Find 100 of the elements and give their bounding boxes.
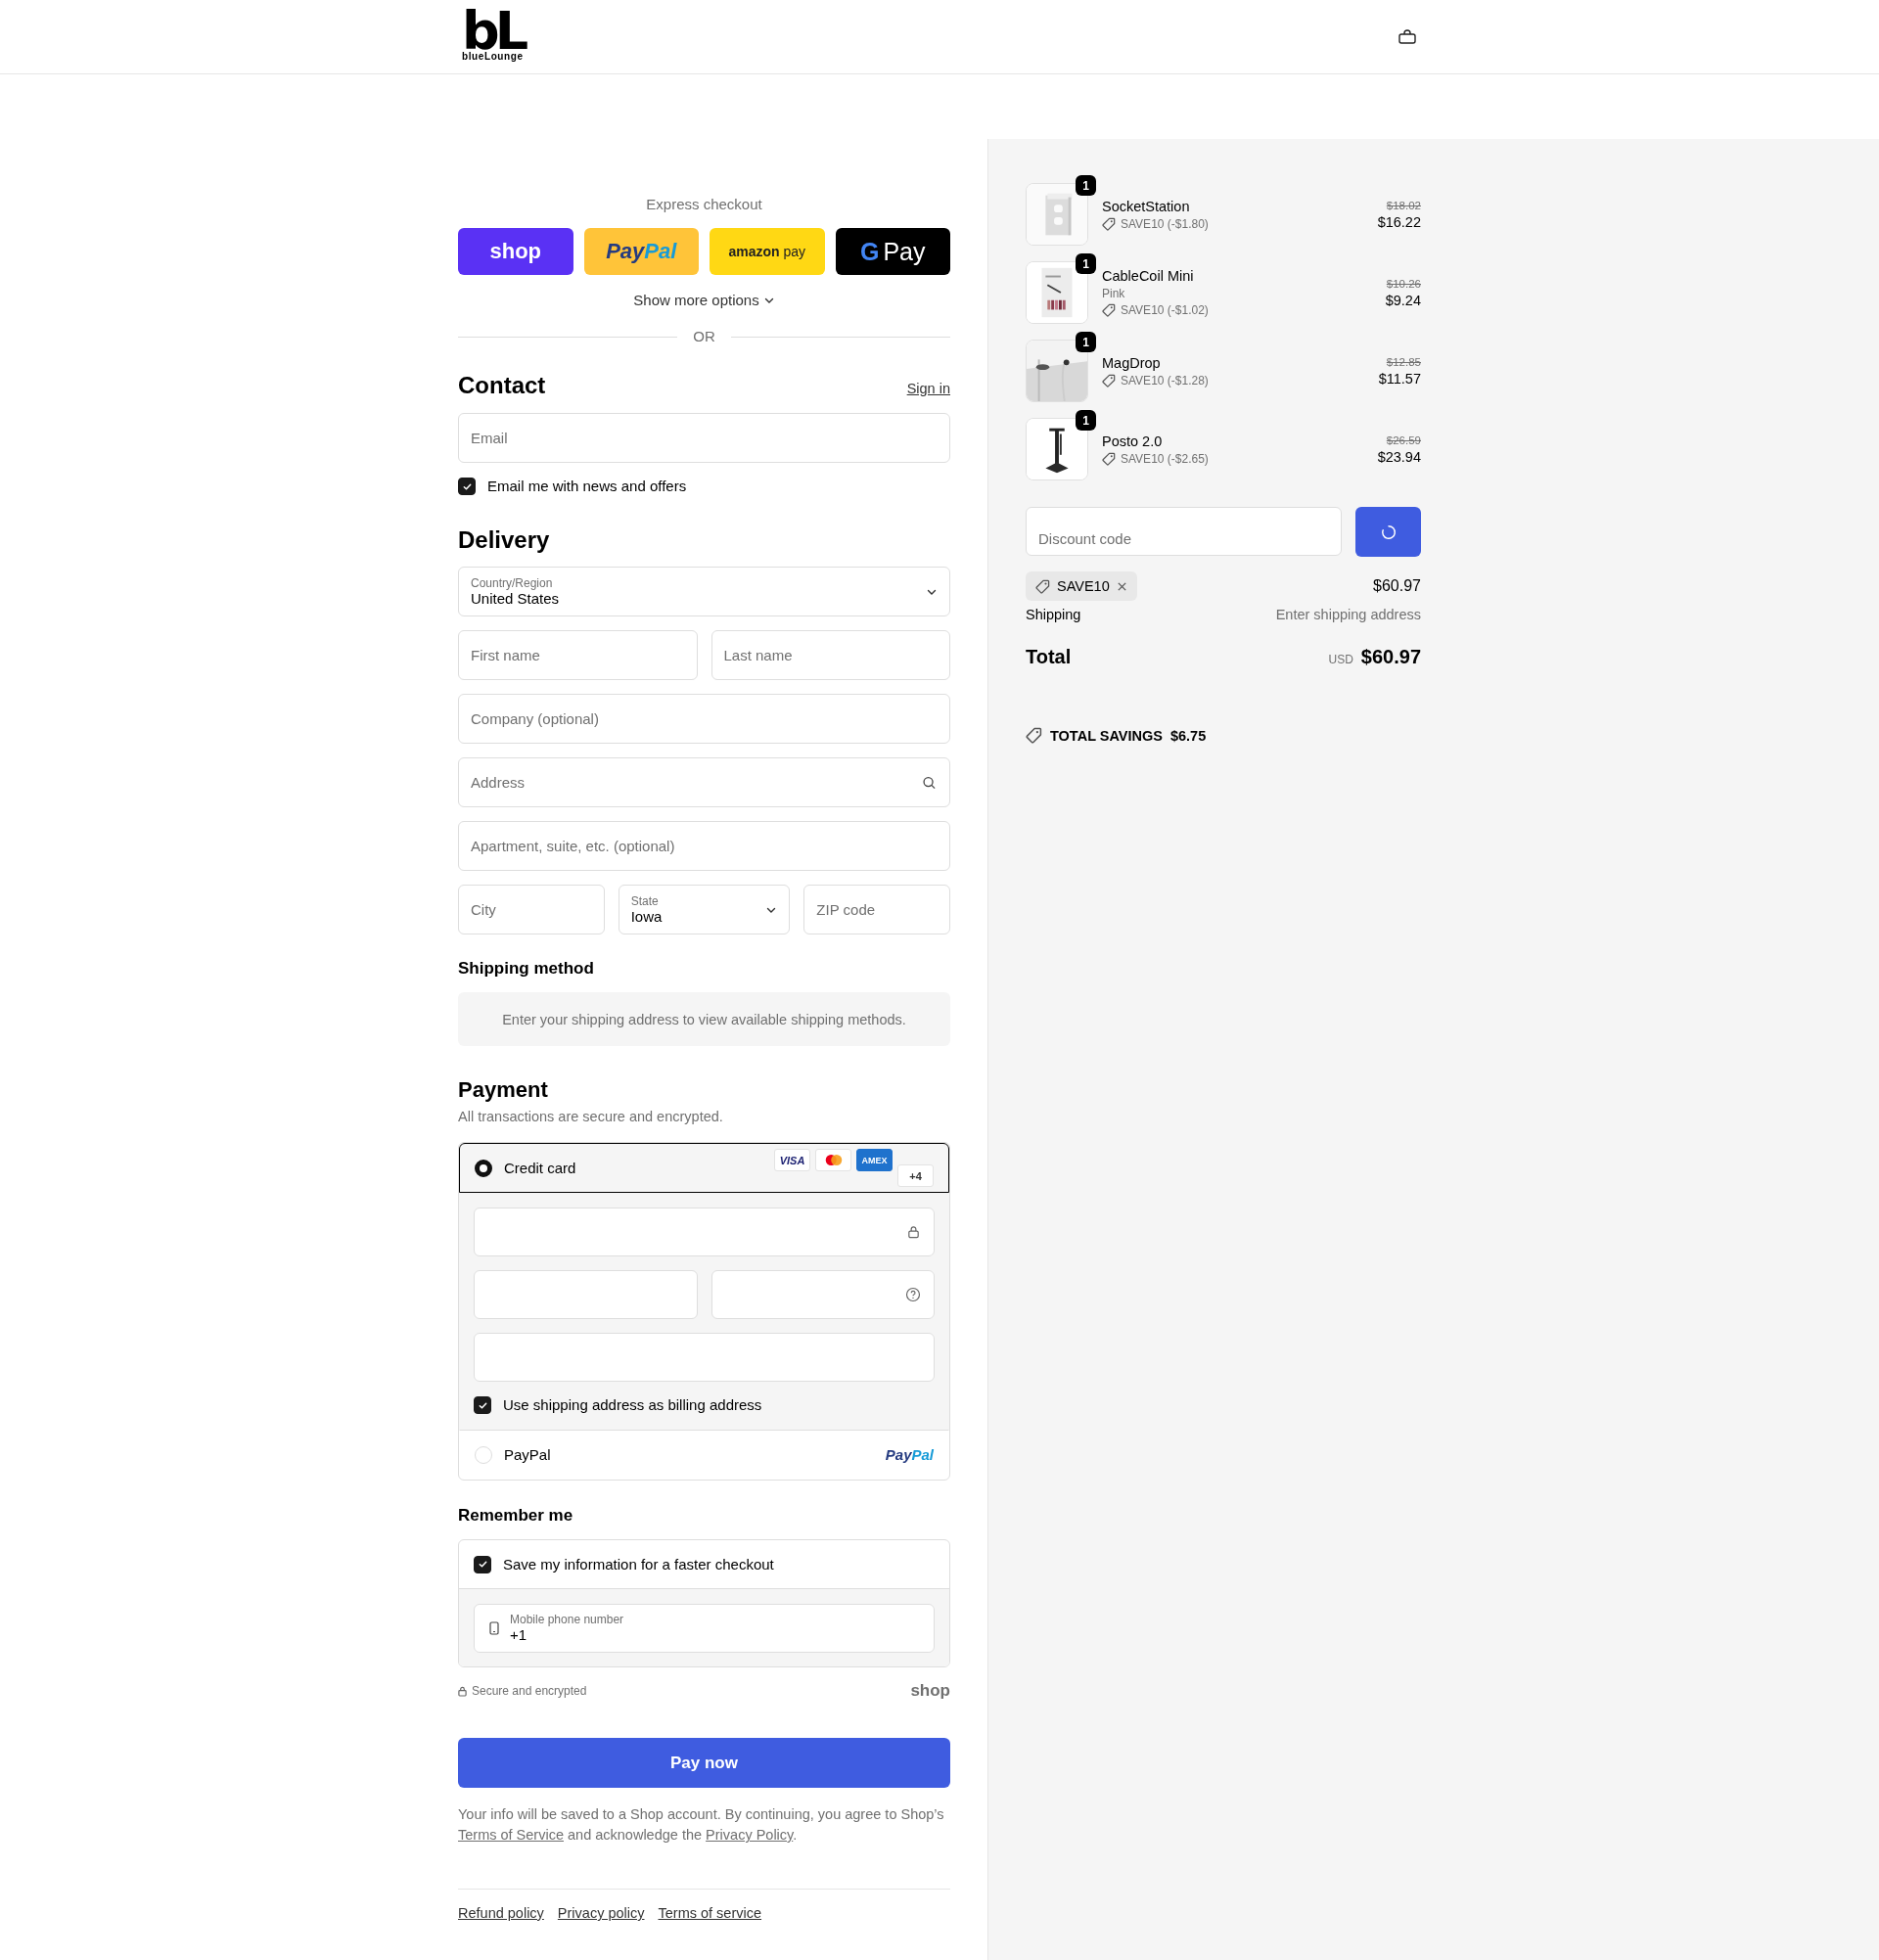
shop-pay-button[interactable]: shop <box>458 228 573 275</box>
checkbox[interactable] <box>474 1396 491 1414</box>
discount-label: SAVE10 (-$1.02) <box>1121 303 1209 317</box>
amazon-pay-button[interactable]: amazon pay <box>710 228 825 275</box>
price: $11.57 <box>1378 370 1421 387</box>
paypal-button[interactable]: PayPal <box>583 228 699 275</box>
phone-field[interactable]: Mobile phone number +1 <box>474 1604 935 1653</box>
product-name: CableCoil Mini <box>1102 268 1195 284</box>
section-heading: Contact <box>458 372 546 399</box>
input-field[interactable]: Email <box>458 413 950 463</box>
legal-link[interactable]: Terms of Service <box>458 1827 564 1843</box>
input-field[interactable] <box>474 1270 698 1319</box>
checkbox-label: Save my information for a faster checkout <box>503 1556 774 1573</box>
tag-icon <box>1026 727 1042 744</box>
footer-link[interactable]: Terms of service <box>658 1905 762 1921</box>
checkmark-icon <box>461 480 473 492</box>
close-icon[interactable] <box>1116 580 1127 592</box>
savings-label: TOTAL SAVINGS <box>1050 727 1163 744</box>
price: $16.22 <box>1377 213 1421 230</box>
checkbox[interactable] <box>458 478 476 495</box>
shopping-bag-icon[interactable] <box>1398 28 1417 45</box>
savings-value: $6.75 <box>1169 727 1207 744</box>
tag-icon <box>1102 451 1116 466</box>
quantity-badge: 1 <box>1076 332 1096 352</box>
input-field[interactable] <box>474 1333 935 1382</box>
show-more-button[interactable]: Show more options <box>633 291 775 310</box>
section-subtitle: All transactions are secure and encrypted. <box>458 1108 724 1126</box>
legal-text: Your info will be saved to a Shop account. By continuing, you agree to Shop’s Terms of Service and acknowledge the Privacy Policy. <box>458 1805 945 1845</box>
discount-label: SAVE10 (-$2.65) <box>1121 451 1209 466</box>
input-field[interactable]: City <box>458 885 605 934</box>
total-label: Total <box>1026 646 1072 668</box>
shipping-label: Shipping <box>1026 607 1081 622</box>
checkbox-label: Use shipping address as billing address <box>503 1395 762 1415</box>
shipping-value: Enter shipping address <box>1275 607 1421 622</box>
paypal-logo: PayPal <box>885 1446 934 1463</box>
quantity-badge: 1 <box>1076 253 1096 274</box>
shop-logo: shop <box>910 1681 950 1701</box>
input-field[interactable]: Company (optional) <box>458 694 950 744</box>
footer-link[interactable]: Privacy policy <box>557 1905 645 1921</box>
section-heading: Remember me <box>458 1506 574 1526</box>
tag-icon <box>1035 578 1050 594</box>
lock-icon <box>906 1224 921 1240</box>
input-field[interactable]: Apartment, suite, etc. (optional) <box>458 821 950 871</box>
input-field[interactable]: First name <box>458 630 698 680</box>
product-name: MagDrop <box>1102 354 1162 371</box>
section-heading: Shipping method <box>458 959 595 979</box>
input-field[interactable] <box>710 1270 935 1319</box>
input-field[interactable]: ZIP code <box>803 885 950 934</box>
select-field[interactable]: Country/Region United States <box>458 567 950 616</box>
total-value: $60.97 <box>1360 646 1421 668</box>
card-brand-icon <box>815 1149 851 1171</box>
google-pay-button[interactable]: G Pay <box>835 228 950 275</box>
discount-field[interactable]: Discount code <box>1026 507 1342 556</box>
subtotal-value: $60.97 <box>1373 577 1421 595</box>
checkmark-icon <box>477 1399 488 1411</box>
help-icon[interactable] <box>905 1287 921 1302</box>
original-price: $10.26 <box>1386 277 1421 290</box>
sign-in-link[interactable]: Sign in <box>906 381 950 396</box>
payment-method-label: Credit card <box>504 1160 576 1176</box>
discount-label: SAVE10 (-$1.28) <box>1121 373 1209 387</box>
original-price: $18.02 <box>1386 199 1421 211</box>
product-name: SocketStation <box>1102 198 1191 214</box>
payment-method-label: PayPal <box>504 1446 551 1463</box>
search-icon <box>922 775 937 790</box>
product-variant: Pink <box>1102 287 1126 300</box>
divider-label: OR <box>693 327 715 346</box>
tag-icon <box>1102 373 1116 387</box>
input-field[interactable] <box>474 1208 935 1256</box>
lock-icon <box>458 1685 467 1697</box>
section-heading: Delivery <box>458 526 551 554</box>
logo-wordmark[interactable]: blueLounge <box>462 51 524 62</box>
input-field[interactable]: Address <box>458 757 950 807</box>
select-field[interactable]: State Iowa <box>618 885 791 934</box>
checkbox-label: Email me with news and offers <box>487 477 687 496</box>
discount-chip[interactable]: SAVE10 <box>1026 571 1137 601</box>
card-brand-badge: VISA <box>774 1149 810 1171</box>
apply-button[interactable] <box>1355 507 1421 557</box>
checkmark-icon <box>477 1559 488 1570</box>
original-price: $12.85 <box>1386 355 1421 368</box>
original-price: $26.59 <box>1386 433 1421 446</box>
currency-label: USD <box>1328 653 1353 666</box>
radio-button[interactable] <box>475 1159 492 1177</box>
secure-note: Secure and encrypted <box>472 1684 587 1698</box>
input-field[interactable]: Last name <box>710 630 950 680</box>
shipping-notice: Enter your shipping address to view available shipping methods. <box>458 992 950 1046</box>
card-brand-badge: AMEX <box>856 1149 893 1171</box>
card-brand-badge: +4 <box>897 1164 934 1187</box>
phone-icon <box>486 1620 502 1636</box>
product-name: Posto 2.0 <box>1102 433 1164 449</box>
quantity-badge: 1 <box>1076 410 1096 431</box>
pay-now-button[interactable]: Pay now <box>458 1738 950 1788</box>
price: $23.94 <box>1377 448 1421 465</box>
checkbox[interactable] <box>474 1555 491 1573</box>
footer-link[interactable]: Refund policy <box>458 1905 544 1921</box>
section-heading: Payment <box>458 1077 549 1103</box>
tag-icon <box>1102 216 1116 231</box>
discount-label: SAVE10 (-$1.80) <box>1121 216 1209 231</box>
quantity-badge: 1 <box>1076 175 1096 196</box>
tag-icon <box>1102 303 1116 317</box>
section-title: Express checkout <box>646 195 762 214</box>
